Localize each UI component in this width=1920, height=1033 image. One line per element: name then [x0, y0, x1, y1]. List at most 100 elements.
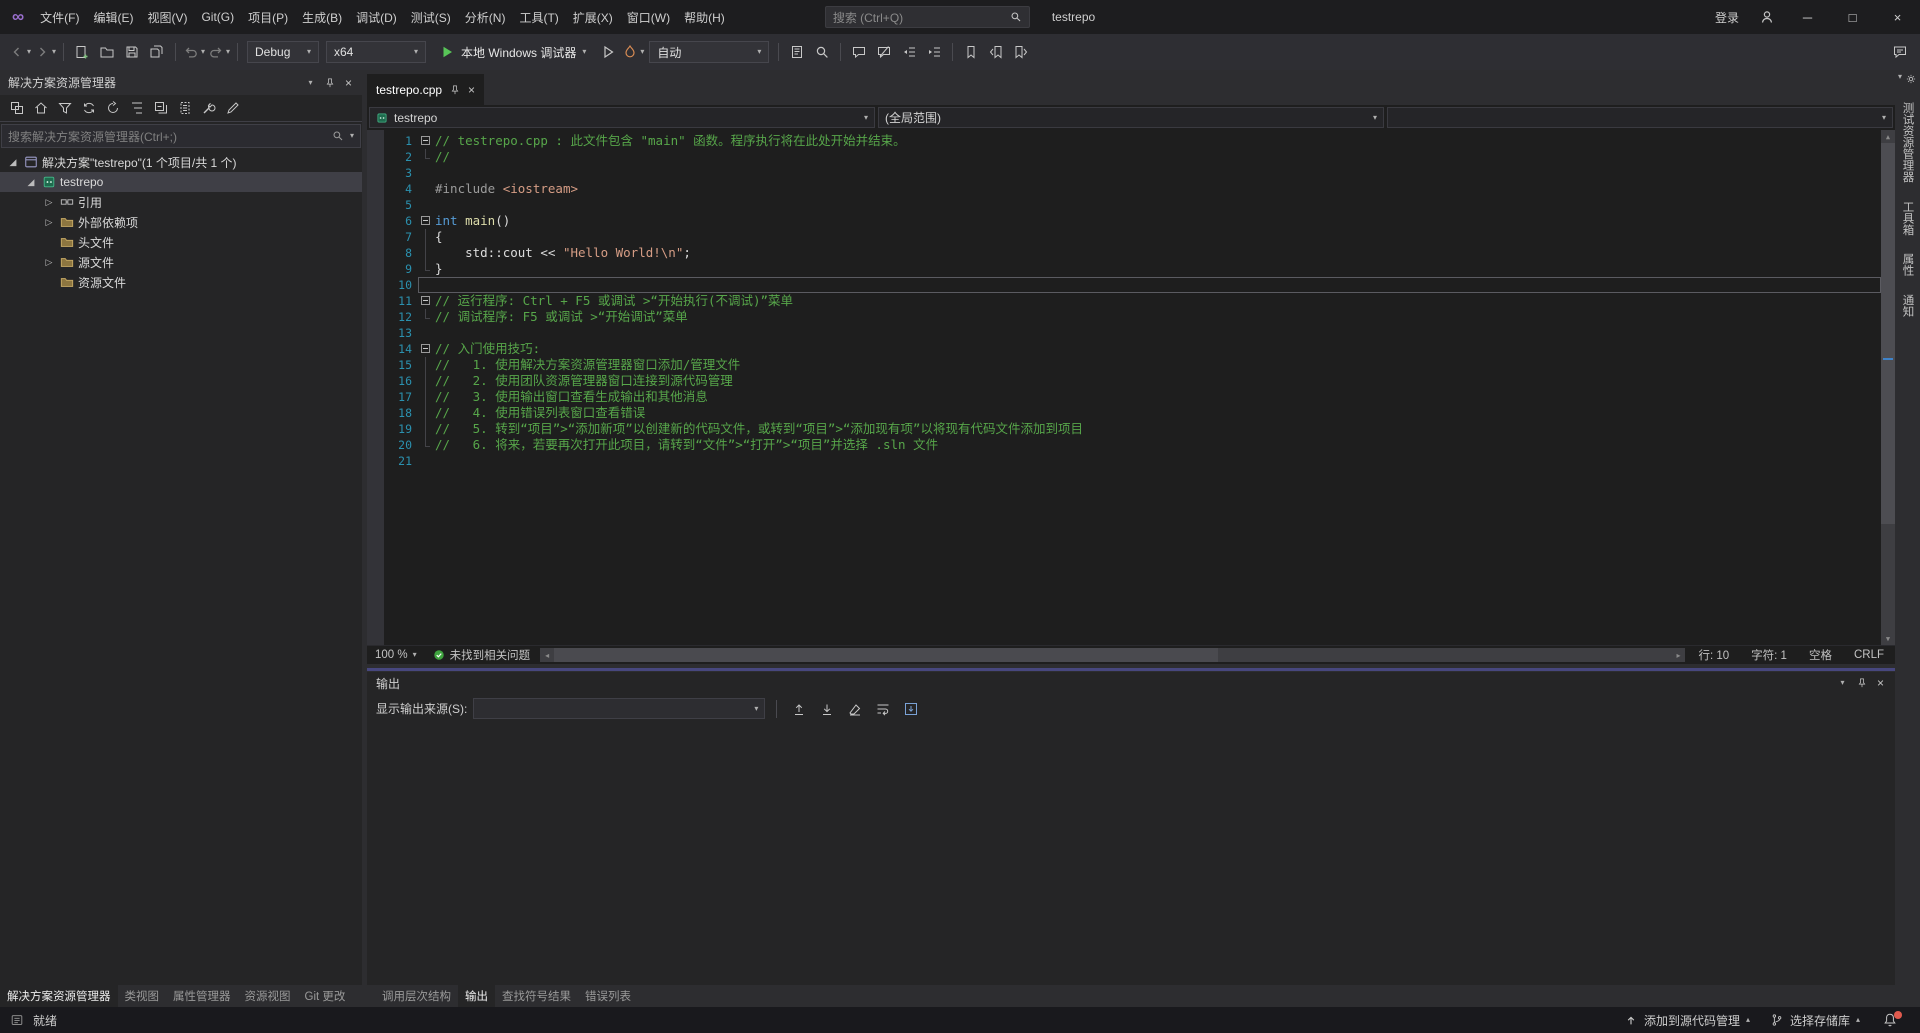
- pin-tab-icon[interactable]: [449, 84, 461, 96]
- menu-extensions[interactable]: 扩展(X): [566, 0, 620, 34]
- collapse-arrow-icon[interactable]: ◢: [6, 157, 20, 168]
- editor-vertical-scrollbar[interactable]: ▲ ▼: [1881, 130, 1895, 645]
- output-source-combo[interactable]: ▾: [473, 698, 765, 719]
- panel-tab-property-manager[interactable]: 属性管理器: [166, 985, 238, 1007]
- chevron-down-icon[interactable]: ▾: [350, 132, 354, 140]
- solution-configuration-combo[interactable]: Debug ▾: [247, 41, 319, 63]
- autohide-tab-test-explorer[interactable]: 测试资源管理器: [1900, 93, 1916, 192]
- tree-item-header-files[interactable]: 头文件: [0, 232, 362, 252]
- tree-item-testrepo-project[interactable]: ◢testrepo: [0, 172, 362, 192]
- add-to-source-control-button[interactable]: 添加到源代码管理 ▴: [1614, 1007, 1760, 1033]
- minimize-button[interactable]: ─: [1785, 0, 1830, 34]
- filter-button[interactable]: [54, 98, 75, 119]
- menu-build[interactable]: 生成(B): [295, 0, 349, 34]
- panel-tab-call-hierarchy[interactable]: 调用层次结构: [375, 985, 458, 1007]
- save-button[interactable]: [120, 40, 144, 64]
- fold-collapse-icon[interactable]: [418, 341, 435, 357]
- maximize-button[interactable]: □: [1830, 0, 1875, 34]
- code-line-19[interactable]: 19// 5. 转到“项目”>“添加新项”以创建新的代码文件，或转到“项目”>“…: [384, 421, 1881, 437]
- toggle-autoscroll-button[interactable]: [900, 698, 922, 720]
- save-all-button[interactable]: [145, 40, 169, 64]
- close-panel-button[interactable]: ×: [339, 73, 358, 92]
- debug-target-combo[interactable]: 自动 ▾: [649, 41, 769, 63]
- goto-next-message-button[interactable]: [816, 698, 838, 720]
- code-line-17[interactable]: 17// 3. 使用输出窗口查看生成输出和其他消息: [384, 389, 1881, 405]
- panel-tab-solution-explorer[interactable]: 解决方案资源管理器: [0, 985, 118, 1007]
- autohide-tab-notifications[interactable]: 通知: [1900, 285, 1916, 326]
- solution-explorer-header[interactable]: 解决方案资源管理器 ▾ ×: [0, 70, 362, 95]
- horizontal-splitter[interactable]: [367, 664, 1895, 672]
- new-item-button[interactable]: [70, 40, 94, 64]
- refresh-button[interactable]: [102, 98, 123, 119]
- scroll-down-arrow-icon[interactable]: ▼: [1881, 632, 1895, 645]
- menu-window[interactable]: 窗口(W): [620, 0, 677, 34]
- clear-all-button[interactable]: [844, 698, 866, 720]
- column-indicator[interactable]: 字符: 1: [1740, 647, 1798, 663]
- code-line-12[interactable]: 12// 调试程序: F5 或调试 >“开始调试”菜单: [384, 309, 1881, 325]
- code-line-16[interactable]: 16// 2. 使用团队资源管理器窗口连接到源代码管理: [384, 373, 1881, 389]
- menu-file[interactable]: 文件(F): [33, 0, 86, 34]
- solution-platform-combo[interactable]: x64 ▾: [326, 41, 426, 63]
- sign-in-button[interactable]: 登录: [1705, 9, 1749, 26]
- window-position-button[interactable]: ▾: [301, 73, 320, 92]
- code-line-18[interactable]: 18// 4. 使用错误列表窗口查看错误: [384, 405, 1881, 421]
- goto-previous-message-button[interactable]: [788, 698, 810, 720]
- document-list-chevron-icon[interactable]: ▾: [1898, 73, 1902, 85]
- fold-collapse-icon[interactable]: [418, 133, 435, 149]
- menu-analyze[interactable]: 分析(N): [458, 0, 513, 34]
- nest-files-button[interactable]: [126, 98, 147, 119]
- open-file-button[interactable]: [95, 40, 119, 64]
- close-panel-button[interactable]: ×: [1871, 674, 1890, 693]
- close-button[interactable]: ×: [1875, 0, 1920, 34]
- close-tab-icon[interactable]: ×: [468, 83, 475, 97]
- select-repository-button[interactable]: 选择存储库 ▴: [1760, 1007, 1870, 1033]
- scroll-left-arrow-icon[interactable]: ◂: [540, 651, 554, 660]
- edit-filter-button[interactable]: [222, 98, 243, 119]
- spaces-indicator[interactable]: 空格: [1798, 647, 1843, 663]
- start-without-debugging-button[interactable]: [596, 40, 620, 64]
- autohide-tab-properties[interactable]: 属性: [1900, 244, 1916, 285]
- code-line-8[interactable]: 8 std::cout << "Hello World!\n";: [384, 245, 1881, 261]
- window-position-button[interactable]: ▾: [1833, 674, 1852, 693]
- nav-scope-combo[interactable]: (全局范围) ▾: [878, 107, 1384, 128]
- panel-tab-resource-view[interactable]: 资源视图: [238, 985, 298, 1007]
- quick-search-box[interactable]: 搜索 (Ctrl+Q): [825, 6, 1030, 28]
- document-health-indicator[interactable]: 未找到相关问题: [425, 647, 539, 663]
- scroll-right-arrow-icon[interactable]: ▸: [1671, 651, 1685, 660]
- background-tasks-icon[interactable]: [10, 1013, 24, 1027]
- code-line-20[interactable]: 20// 6. 将来，若要再次打开此项目，请转到“文件”>“打开”>“项目”并选…: [384, 437, 1881, 453]
- redo-button[interactable]: ▾: [207, 40, 231, 64]
- panel-tab-find-symbol-results[interactable]: 查找符号结果: [495, 985, 578, 1007]
- tree-item-external-dependencies[interactable]: ▷外部依赖项: [0, 212, 362, 232]
- output-content[interactable]: [367, 723, 1895, 985]
- code-line-6[interactable]: 6int main(): [384, 213, 1881, 229]
- sync-with-active-document-button[interactable]: [78, 98, 99, 119]
- tree-item-resource-files[interactable]: 资源文件: [0, 272, 362, 292]
- word-wrap-button[interactable]: [872, 698, 894, 720]
- switch-views-button[interactable]: [6, 98, 27, 119]
- code-line-10[interactable]: 10: [384, 277, 1881, 293]
- code-line-15[interactable]: 15// 1. 使用解决方案资源管理器窗口添加/管理文件: [384, 357, 1881, 373]
- code-line-1[interactable]: 1// testrepo.cpp : 此文件包含 "main" 函数。程序执行将…: [384, 133, 1881, 149]
- code-line-9[interactable]: 9}: [384, 261, 1881, 277]
- nav-member-combo[interactable]: ▾: [1387, 107, 1893, 128]
- line-ending-indicator[interactable]: CRLF: [1843, 649, 1895, 661]
- start-debugging-button[interactable]: 本地 Windows 调试器 ▾: [432, 40, 593, 64]
- tree-item-solution[interactable]: ◢解决方案"testrepo"(1 个项目/共 1 个): [0, 152, 362, 172]
- uncomment-button[interactable]: [872, 40, 896, 64]
- auto-hide-pin-button[interactable]: [320, 73, 339, 92]
- collapse-all-button[interactable]: [150, 98, 171, 119]
- comment-button[interactable]: [847, 40, 871, 64]
- editor-horizontal-scrollbar[interactable]: ◂ ▸: [540, 648, 1685, 662]
- scrollbar-thumb[interactable]: [1881, 143, 1895, 524]
- notifications-button[interactable]: [1870, 1007, 1910, 1033]
- show-all-files-button[interactable]: [174, 98, 195, 119]
- document-tab-testrepo-cpp[interactable]: testrepo.cpp ×: [367, 74, 484, 105]
- code-line-13[interactable]: 13: [384, 325, 1881, 341]
- decrease-indent-button[interactable]: [897, 40, 921, 64]
- tree-item-references[interactable]: ▷引用: [0, 192, 362, 212]
- auto-hide-pin-button[interactable]: [1852, 674, 1871, 693]
- tree-item-source-files[interactable]: ▷源文件: [0, 252, 362, 272]
- code-editor[interactable]: 1// testrepo.cpp : 此文件包含 "main" 函数。程序执行将…: [367, 130, 1895, 645]
- scroll-up-arrow-icon[interactable]: ▲: [1881, 130, 1895, 143]
